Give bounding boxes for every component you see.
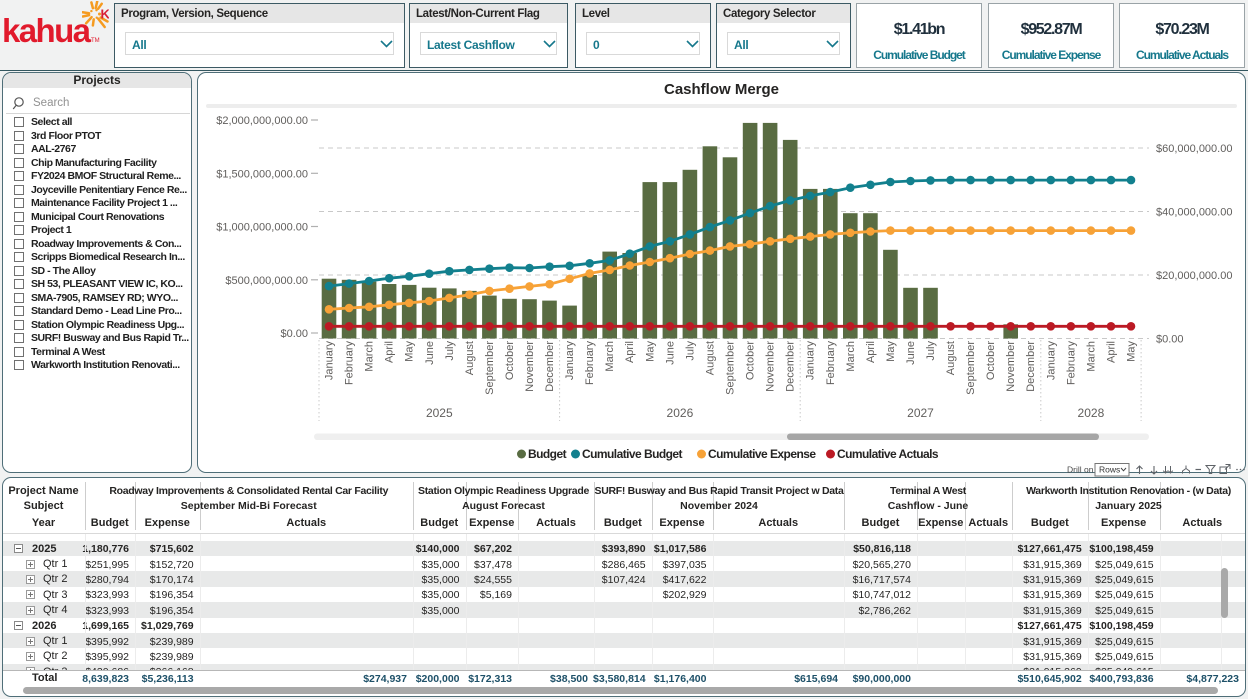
svg-text:2028: 2028 — [1078, 406, 1105, 420]
svg-text:November: November — [524, 341, 536, 392]
svg-text:March: March — [845, 341, 857, 372]
svg-text:October: October — [504, 341, 516, 380]
svg-text:$1,500,000,000.00: $1,500,000,000.00 — [216, 168, 308, 180]
svg-text:Cumulative Actuals: Cumulative Actuals — [837, 447, 939, 461]
svg-text:April: April — [865, 341, 877, 363]
svg-text:May: May — [644, 341, 656, 362]
svg-text:December: December — [785, 341, 797, 392]
svg-text:$0.00: $0.00 — [1156, 334, 1184, 346]
svg-text:$500,000,000.00: $500,000,000.00 — [225, 275, 308, 287]
svg-text:October: October — [745, 341, 757, 380]
svg-text:September: September — [965, 341, 977, 395]
svg-text:2025: 2025 — [426, 406, 453, 420]
svg-text:July: July — [684, 341, 696, 361]
svg-text:August: August — [705, 341, 717, 375]
svg-text:$0.00: $0.00 — [280, 328, 308, 340]
svg-text:February: February — [584, 341, 596, 386]
svg-text:December: December — [1025, 341, 1037, 392]
svg-text:April: April — [624, 341, 636, 363]
svg-text:June: June — [905, 341, 917, 365]
svg-text:August: August — [945, 341, 957, 375]
svg-text:November: November — [1005, 341, 1017, 392]
svg-text:February: February — [825, 341, 837, 386]
svg-text:January: January — [805, 341, 817, 381]
svg-text:August: August — [464, 341, 476, 375]
svg-text:$60,000,000.00: $60,000,000.00 — [1156, 143, 1232, 155]
svg-text:October: October — [985, 341, 997, 380]
svg-text:July: July — [444, 341, 456, 361]
svg-text:September: September — [484, 341, 496, 395]
svg-text:Drill on: Drill on — [1067, 465, 1094, 475]
svg-text:Cumulative Budget: Cumulative Budget — [582, 447, 683, 461]
svg-text:$1,000,000,000.00: $1,000,000,000.00 — [216, 222, 308, 234]
svg-text:January: January — [564, 341, 576, 381]
svg-text:September: September — [725, 341, 737, 395]
svg-text:January: January — [324, 341, 336, 381]
svg-text:2026: 2026 — [667, 406, 694, 420]
svg-text:Cumulative Expense: Cumulative Expense — [708, 447, 816, 461]
svg-text:$2,000,000,000.00: $2,000,000,000.00 — [216, 115, 308, 127]
svg-text:2027: 2027 — [907, 406, 934, 420]
svg-text:April: April — [384, 341, 396, 363]
svg-text:May: May — [1126, 341, 1138, 362]
svg-text:November: November — [765, 341, 777, 392]
svg-text:$20,000,000.00: $20,000,000.00 — [1156, 270, 1232, 282]
svg-text:February: February — [344, 341, 356, 386]
svg-text:March: March — [1085, 341, 1097, 372]
svg-text:$40,000,000.00: $40,000,000.00 — [1156, 207, 1232, 219]
svg-text:July: July — [925, 341, 937, 361]
svg-text:Budget: Budget — [528, 447, 567, 461]
svg-text:March: March — [364, 341, 376, 372]
svg-text:December: December — [544, 341, 556, 392]
svg-text:May: May — [885, 341, 897, 362]
svg-text:June: June — [424, 341, 436, 365]
svg-text:April: April — [1106, 341, 1118, 363]
svg-text:January: January — [1045, 341, 1057, 381]
svg-text:Rows: Rows — [1099, 465, 1120, 475]
svg-text:May: May — [404, 341, 416, 362]
svg-text:March: March — [604, 341, 616, 372]
svg-text:June: June — [664, 341, 676, 365]
svg-text:February: February — [1065, 341, 1077, 386]
svg-text:K: K — [101, 7, 110, 22]
